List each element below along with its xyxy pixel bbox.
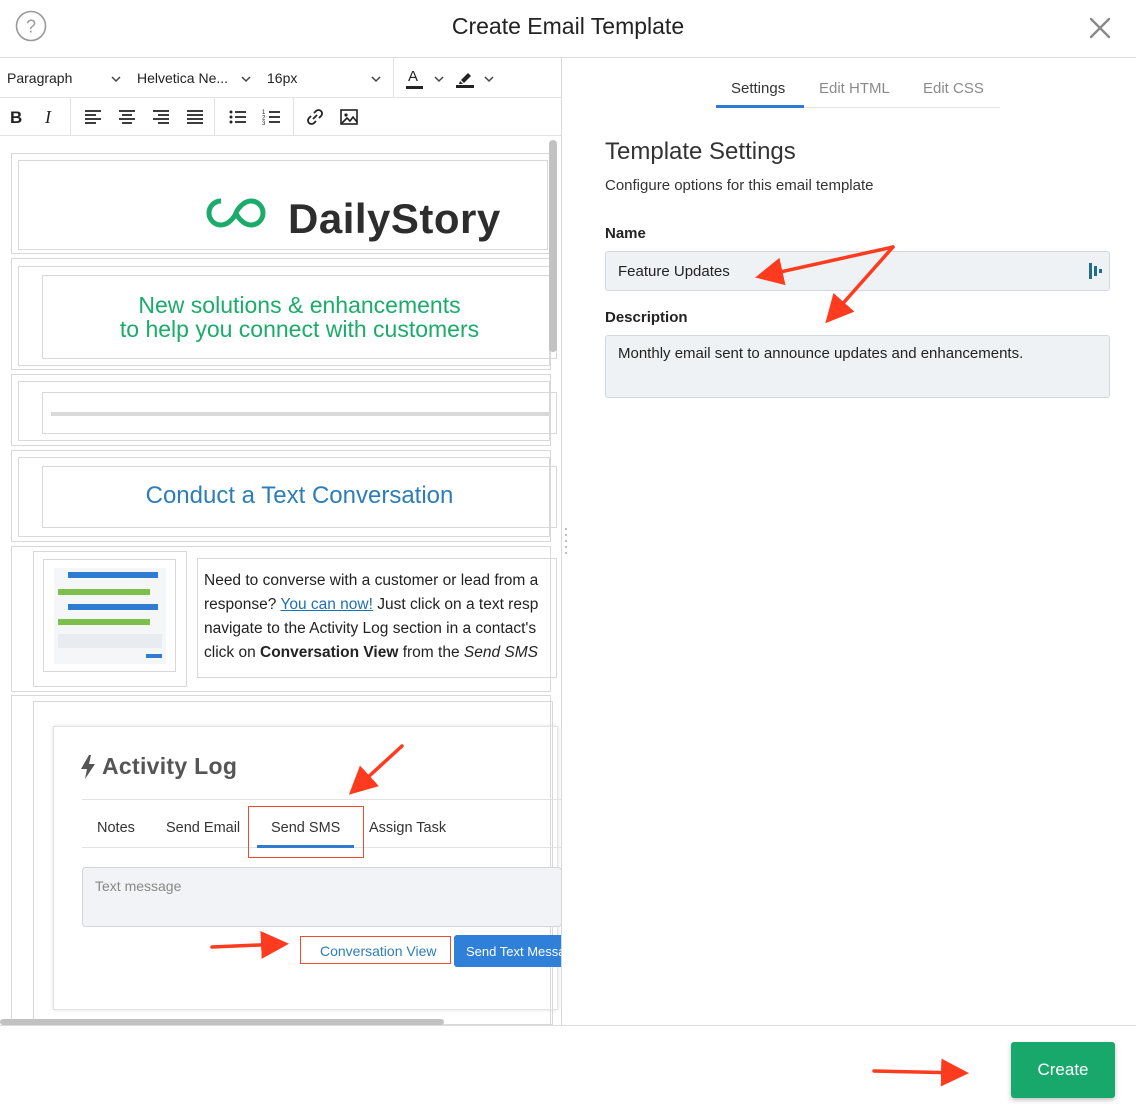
panel-tabs: Settings Edit HTML Edit CSS	[716, 76, 1000, 108]
conversation-view-link[interactable]: Conversation View	[320, 943, 436, 959]
body-text-segment: click on	[204, 644, 260, 661]
font-family-select[interactable]: Helvetica Ne...	[137, 70, 228, 86]
logo-block[interactable]: DailyStory	[18, 160, 548, 250]
lightning-icon	[81, 755, 95, 779]
body-text-segment: response?	[204, 596, 281, 613]
italic-icon[interactable]: I	[40, 107, 60, 127]
dailystory-logo-icon	[206, 198, 266, 228]
description-label: Description	[605, 309, 688, 326]
svg-text:3: 3	[262, 121, 266, 127]
send-sms-highlight-box	[248, 806, 364, 858]
settings-panel: Settings Edit HTML Edit CSS Template Set…	[563, 58, 1136, 1025]
block-format-select[interactable]: Paragraph	[7, 70, 72, 86]
vertical-scrollbar[interactable]	[549, 140, 557, 352]
hero-text: New solutions & enhancements to help you…	[43, 293, 556, 341]
body-line: response? You can now! Just click on a t…	[204, 593, 561, 617]
divider-block[interactable]	[42, 392, 557, 434]
activity-tab-send-email[interactable]: Send Email	[166, 820, 240, 836]
bold-icon[interactable]: B	[6, 107, 26, 127]
svg-text:I: I	[44, 107, 52, 127]
chevron-down-icon[interactable]	[483, 73, 495, 85]
tab-settings[interactable]: Settings	[731, 80, 785, 97]
font-size-select[interactable]: 16px	[267, 70, 297, 86]
you-can-now-link[interactable]: You can now!	[280, 596, 373, 613]
conversation-thumbnail[interactable]	[43, 559, 176, 672]
chevron-down-icon[interactable]	[240, 73, 252, 85]
align-left-icon[interactable]	[83, 107, 103, 127]
heading-block[interactable]: Conduct a Text Conversation	[42, 466, 557, 528]
text-message-input[interactable]: Text message	[82, 867, 561, 927]
chevron-down-icon[interactable]	[433, 73, 445, 85]
body-text: Need to converse with a customer or lead…	[204, 569, 561, 665]
name-field[interactable]: Feature Updates	[605, 251, 1110, 291]
modal-footer: Create	[0, 1025, 1136, 1115]
link-icon[interactable]	[305, 107, 325, 127]
password-manager-icon[interactable]	[1089, 263, 1103, 279]
align-justify-icon[interactable]	[185, 107, 205, 127]
description-field[interactable]: Monthly email sent to announce updates a…	[605, 335, 1110, 398]
logo-text: DailyStory	[288, 195, 501, 242]
create-button[interactable]: Create	[1011, 1042, 1115, 1098]
body-text-block[interactable]: Need to converse with a customer or lead…	[197, 558, 557, 678]
create-email-template-modal: ? Create Email Template Paragraph Helvet…	[0, 0, 1136, 1115]
email-canvas[interactable]: DailyStory New solutions & enhancements …	[0, 136, 561, 1025]
email-editor: Paragraph Helvetica Ne... 16px A B I 1 2…	[0, 58, 562, 1025]
description-value: Monthly email sent to announce updates a…	[618, 345, 1024, 362]
numbered-list-icon[interactable]: 123	[262, 107, 282, 127]
bullet-list-icon[interactable]	[228, 107, 248, 127]
tab-edit-css[interactable]: Edit CSS	[923, 80, 984, 97]
tab-edit-html[interactable]: Edit HTML	[819, 80, 890, 97]
activity-tab-assign-task[interactable]: Assign Task	[369, 820, 446, 836]
name-value: Feature Updates	[618, 263, 730, 280]
body-line: Need to converse with a customer or lead…	[204, 572, 539, 589]
format-toolbar: Paragraph Helvetica Ne... 16px A	[0, 58, 561, 98]
highlight-color-icon[interactable]	[455, 68, 475, 88]
activity-log-title: Activity Log	[102, 753, 238, 779]
hero-line: New solutions & enhancements	[138, 292, 461, 318]
activity-log-screenshot[interactable]: Activity Log Notes Send Email Send SMS A…	[53, 726, 561, 1010]
modal-header: ? Create Email Template	[0, 0, 1136, 58]
send-text-message-button[interactable]: Send Text Message	[454, 935, 561, 967]
divider-line	[51, 412, 551, 416]
text-message-placeholder: Text message	[95, 878, 182, 894]
text-color-swatch	[406, 86, 423, 89]
image-icon[interactable]	[339, 107, 359, 127]
close-icon[interactable]	[1086, 14, 1114, 42]
modal-title: Create Email Template	[451, 13, 685, 39]
align-right-icon[interactable]	[151, 107, 171, 127]
chevron-down-icon[interactable]	[110, 73, 122, 85]
style-toolbar: B I 123	[0, 98, 561, 136]
text-color-icon[interactable]: A	[408, 68, 418, 85]
svg-text:B: B	[10, 108, 22, 127]
active-tab-indicator	[716, 105, 804, 108]
hero-text-block[interactable]: New solutions & enhancements to help you…	[42, 275, 557, 359]
align-center-icon[interactable]	[117, 107, 137, 127]
section-subtitle: Configure options for this email templat…	[605, 177, 874, 194]
chevron-down-icon[interactable]	[370, 73, 382, 85]
body-line: navigate to the Activity Log section in …	[204, 620, 537, 637]
body-text-segment: from the	[398, 644, 464, 661]
body-text-segment: Just click on a text resp	[372, 596, 539, 613]
body-text-italic: Send SMS	[463, 644, 538, 661]
body-line: click on Conversation View from the Send…	[204, 641, 561, 665]
body-text-bold: Conversation View	[260, 644, 399, 661]
name-label: Name	[605, 225, 646, 242]
activity-tab-notes[interactable]: Notes	[97, 820, 135, 836]
hero-line: to help you connect with customers	[119, 316, 480, 342]
section-title: Template Settings	[605, 138, 796, 165]
section-heading: Conduct a Text Conversation	[145, 482, 454, 509]
